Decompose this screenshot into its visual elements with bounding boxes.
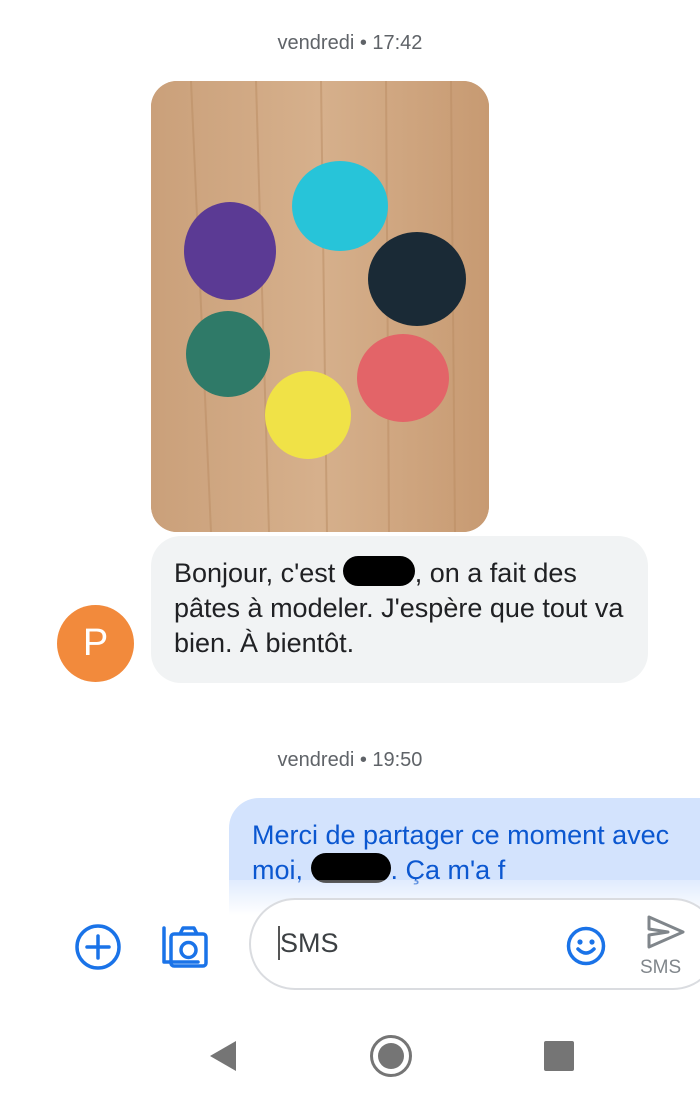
back-icon[interactable] xyxy=(206,1038,238,1079)
send-icon[interactable] xyxy=(646,914,686,955)
sender-avatar[interactable]: P xyxy=(57,605,134,682)
sms-input[interactable]: SMS xyxy=(249,898,700,990)
system-navigation-bar xyxy=(0,1010,700,1099)
redaction-mark xyxy=(342,556,415,586)
playdough-photo xyxy=(151,81,489,532)
recents-icon[interactable] xyxy=(544,1041,574,1076)
sms-placeholder: SMS xyxy=(280,928,339,958)
message-timestamp: vendredi • 19:50 xyxy=(277,749,423,771)
incoming-message-bubble[interactable]: Bonjour, c'est , on a fait des pâtes à m… xyxy=(151,536,648,683)
message-text: Bonjour, c'est xyxy=(174,558,343,588)
gallery-camera-icon[interactable] xyxy=(160,922,210,975)
emoji-icon[interactable] xyxy=(566,926,606,971)
redaction-mark xyxy=(310,853,391,883)
image-attachment[interactable] xyxy=(151,81,489,532)
send-sms-label[interactable]: SMS xyxy=(640,957,681,979)
message-timestamp: vendredi • 17:42 xyxy=(277,32,423,54)
home-icon[interactable] xyxy=(369,1034,413,1083)
add-circle-icon[interactable] xyxy=(74,923,122,976)
